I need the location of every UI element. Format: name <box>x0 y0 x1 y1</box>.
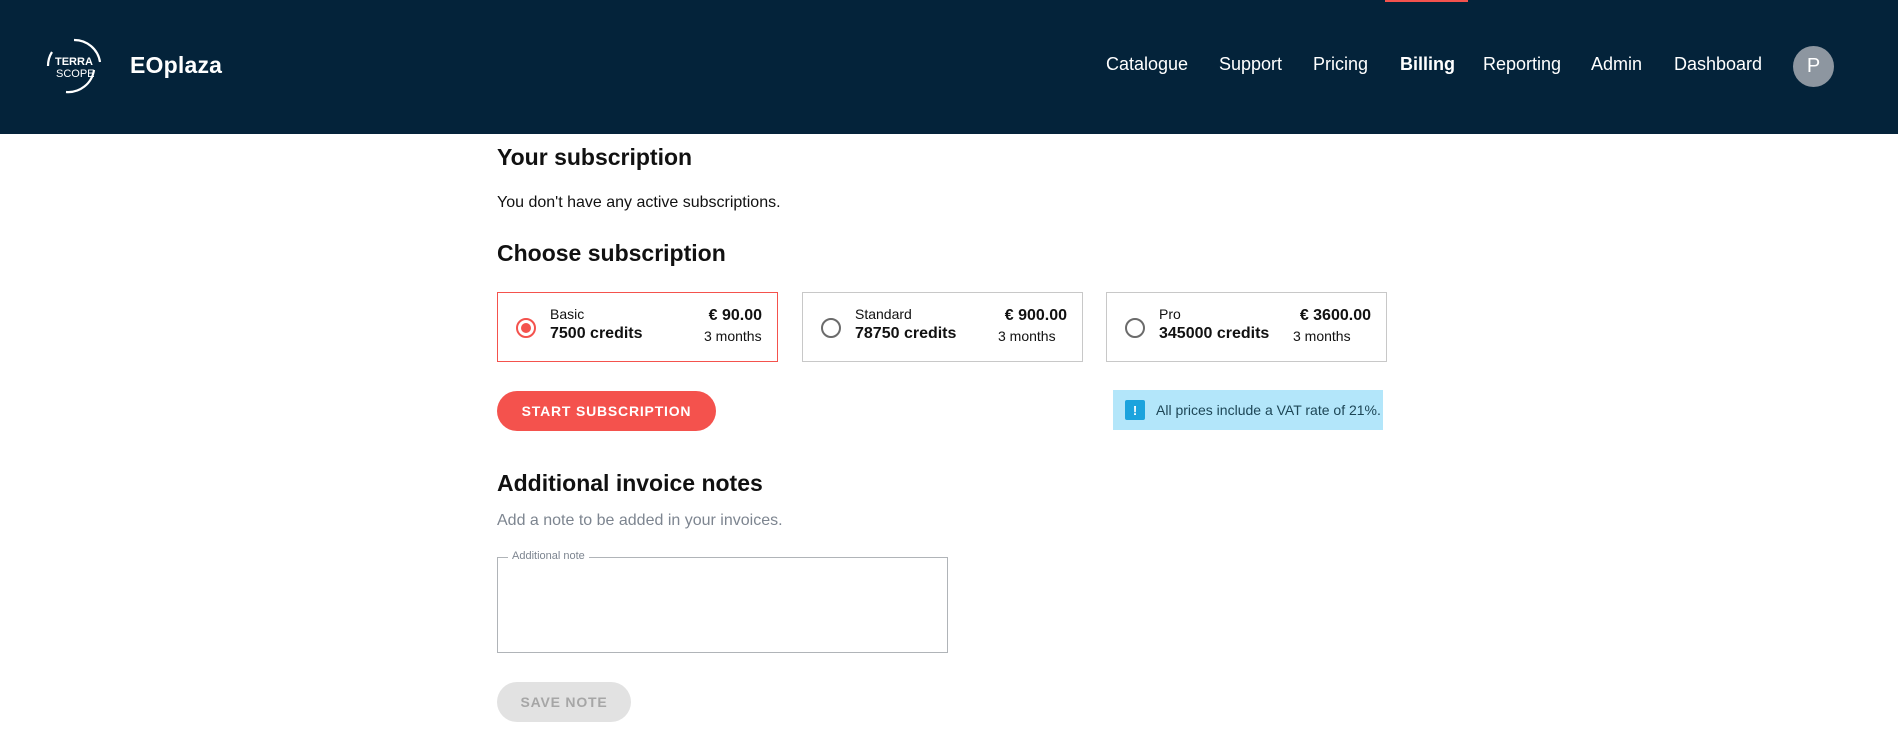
plan-price: € 3600.00 <box>1299 307 1371 324</box>
start-subscription-button[interactable]: START SUBSCRIPTION <box>497 391 716 431</box>
nav-support[interactable]: Support <box>1219 54 1282 75</box>
nav-pricing[interactable]: Pricing <box>1313 54 1368 75</box>
plan-card-pro[interactable]: Pro 345000 credits € 3600.00 3 months <box>1106 292 1387 362</box>
active-nav-indicator <box>1385 0 1468 2</box>
plan-duration: 3 months <box>998 328 1056 344</box>
plan-name: Basic <box>550 306 585 322</box>
nav-billing[interactable]: Billing <box>1400 54 1455 75</box>
logo-text-scope: SCOPE <box>56 68 95 80</box>
nav-reporting[interactable]: Reporting <box>1483 54 1561 75</box>
plan-radio-basic[interactable] <box>516 318 536 338</box>
subscription-status-text: You don't have any active subscriptions. <box>497 194 781 211</box>
invoice-notes-description: Add a note to be added in your invoices. <box>497 512 783 529</box>
nav-dashboard[interactable]: Dashboard <box>1674 54 1762 75</box>
user-avatar[interactable]: P <box>1793 46 1834 87</box>
plan-duration: 3 months <box>704 328 762 344</box>
plan-card-basic[interactable]: Basic 7500 credits € 90.00 3 months <box>497 292 778 362</box>
brand-name[interactable]: EOplaza <box>130 52 222 79</box>
terrascope-logo-icon: TERRA SCOPE <box>46 38 102 94</box>
additional-note-label: Additional note <box>508 550 589 562</box>
nav-catalogue[interactable]: Catalogue <box>1106 54 1188 75</box>
terrascope-logo[interactable]: TERRA SCOPE <box>44 36 116 96</box>
plan-radio-standard[interactable] <box>821 318 841 338</box>
additional-note-textarea[interactable] <box>498 558 947 652</box>
logo-text-terra: TERRA <box>55 56 93 68</box>
plan-duration: 3 months <box>1293 328 1351 344</box>
invoice-notes-heading: Additional invoice notes <box>497 470 763 496</box>
vat-info-text: All prices include a VAT rate of 21%. <box>1156 402 1381 418</box>
plan-name: Pro <box>1159 306 1181 322</box>
additional-note-field[interactable]: Additional note <box>497 550 948 653</box>
plan-card-standard[interactable]: Standard 78750 credits € 900.00 3 months <box>802 292 1083 362</box>
choose-subscription-heading: Choose subscription <box>497 240 726 266</box>
plan-credits: 7500 credits <box>550 325 643 342</box>
info-icon: ! <box>1125 400 1145 420</box>
plan-radio-pro[interactable] <box>1125 318 1145 338</box>
plan-name: Standard <box>855 306 912 322</box>
plan-credits: 78750 credits <box>855 325 957 342</box>
vat-info-banner: ! All prices include a VAT rate of 21%. <box>1113 390 1383 430</box>
top-navigation-bar: TERRA SCOPE EOplaza Catalogue Support Pr… <box>0 0 1898 134</box>
plan-credits: 345000 credits <box>1159 325 1270 342</box>
save-note-button[interactable]: SAVE NOTE <box>497 682 631 722</box>
plan-price: € 900.00 <box>1004 307 1067 324</box>
your-subscription-heading: Your subscription <box>497 144 693 170</box>
plan-price: € 90.00 <box>708 307 762 324</box>
nav-admin[interactable]: Admin <box>1591 54 1642 75</box>
